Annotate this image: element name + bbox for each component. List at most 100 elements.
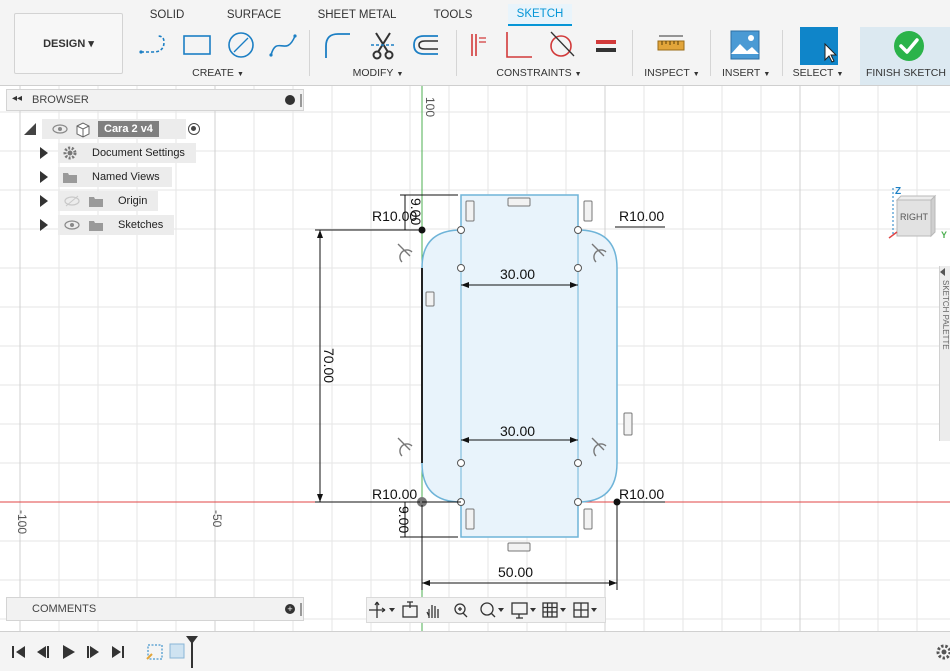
modify-menu[interactable]: MODIFY ▼ xyxy=(352,67,404,79)
origin-chip[interactable]: Origin xyxy=(58,191,158,211)
trim-scissors-icon[interactable] xyxy=(368,30,398,60)
collapse-panel-icon[interactable]: ◂◂ xyxy=(12,93,22,104)
dropdown-caret-icon[interactable] xyxy=(498,608,504,612)
pan-hand-icon[interactable] xyxy=(426,605,439,618)
root-component-chip[interactable]: Cara 2 v4 xyxy=(42,119,186,139)
create-label: CREATE xyxy=(192,67,234,79)
perpendicular-constraint-icon[interactable] xyxy=(464,30,494,60)
sketch-profile[interactable] xyxy=(421,194,618,538)
visibility-eye-icon[interactable] xyxy=(64,219,80,231)
spline-tool-icon[interactable] xyxy=(268,30,298,60)
select-arrow-icon[interactable] xyxy=(800,27,838,65)
vertical-constraint-icon xyxy=(583,508,593,530)
sketch-palette-tab[interactable]: SKETCH PALETTE xyxy=(939,266,950,441)
inspect-menu[interactable]: INSPECT ▼ xyxy=(644,67,700,79)
sketches-chip[interactable]: Sketches xyxy=(58,215,174,235)
visibility-eye-icon[interactable] xyxy=(52,123,68,135)
hidden-eye-icon[interactable] xyxy=(64,195,80,207)
view-cube[interactable]: RIGHT Z Y xyxy=(888,186,947,244)
fusion-app-window: DESIGN ▾ SOLID SURFACE SHEET METAL TOOLS… xyxy=(0,0,950,671)
view-cube-axis-z: Z xyxy=(895,186,902,197)
display-settings-icon[interactable] xyxy=(511,602,528,619)
horizontal-constraint-icon[interactable] xyxy=(504,30,534,60)
dim-radius-bottom-left[interactable]: R10.00 xyxy=(372,486,417,502)
separator xyxy=(710,30,711,76)
finish-sketch-menu[interactable]: FINISH SKETCH▼ xyxy=(866,67,950,79)
view-cube-face-label: RIGHT xyxy=(900,212,928,222)
dim-inner-bottom[interactable]: 30.00 xyxy=(500,423,535,439)
expand-triangle-icon[interactable] xyxy=(40,147,48,159)
document-settings-chip[interactable]: Document Settings xyxy=(58,143,196,163)
zoom-window-icon[interactable] xyxy=(480,602,496,618)
constraints-menu[interactable]: CONSTRAINTS ▼ xyxy=(496,67,582,79)
dim-width[interactable]: 50.00 xyxy=(498,564,533,580)
step-forward-icon[interactable] xyxy=(87,646,99,658)
select-menu[interactable]: SELECT ▼ xyxy=(792,67,844,79)
line-tool-icon[interactable] xyxy=(138,30,168,60)
finish-check-icon[interactable] xyxy=(893,30,925,62)
minimize-icon[interactable] xyxy=(285,95,295,105)
dim-tab-top[interactable]: 9.00 xyxy=(408,198,424,225)
named-views-chip[interactable]: Named Views xyxy=(58,167,172,187)
dim-height[interactable]: 70.00 xyxy=(321,348,337,383)
vertical-constraint-icon xyxy=(425,291,435,307)
measure-ruler-icon[interactable] xyxy=(656,30,686,60)
go-to-start-icon[interactable] xyxy=(12,646,25,658)
create-menu[interactable]: CREATE ▼ xyxy=(192,67,244,79)
dropdown-caret-icon[interactable] xyxy=(560,608,566,612)
circle-tool-icon[interactable] xyxy=(226,30,256,60)
expand-triangle-icon[interactable] xyxy=(40,171,48,183)
viewports-icon[interactable] xyxy=(573,602,589,618)
tangent-constraint-icon[interactable] xyxy=(546,30,576,60)
modify-label: MODIFY xyxy=(352,67,394,79)
look-at-icon[interactable] xyxy=(402,601,418,618)
insert-menu[interactable]: INSERT ▼ xyxy=(722,67,770,79)
tree-root-row[interactable]: Cara 2 v4 xyxy=(24,119,200,139)
go-to-end-icon[interactable] xyxy=(112,646,124,658)
tab-tools[interactable]: TOOLS xyxy=(426,4,480,26)
dropdown-caret-icon[interactable] xyxy=(530,608,536,612)
grid-settings-icon[interactable] xyxy=(542,602,558,618)
add-comment-icon[interactable]: + xyxy=(285,604,295,614)
expand-triangle-icon[interactable] xyxy=(40,195,48,207)
dropdown-caret-icon[interactable] xyxy=(389,608,395,612)
dim-radius-bottom-right[interactable]: R10.00 xyxy=(619,486,664,502)
insert-label: INSERT xyxy=(722,67,761,79)
select-label: SELECT xyxy=(792,67,834,79)
orbit-icon[interactable] xyxy=(369,601,386,618)
design-workspace-button[interactable]: DESIGN ▾ xyxy=(14,13,123,74)
timeline-feature-icon[interactable] xyxy=(169,643,185,659)
dim-inner-top[interactable]: 30.00 xyxy=(500,266,535,282)
horizontal-constraint-icon xyxy=(507,197,531,207)
separator xyxy=(456,30,457,76)
collapse-arrow-icon xyxy=(940,268,945,276)
timeline-settings-gear-icon[interactable] xyxy=(936,644,950,660)
folder-icon xyxy=(89,221,103,231)
insert-image-icon[interactable] xyxy=(730,30,760,60)
play-icon[interactable] xyxy=(63,645,75,659)
offset-tool-icon[interactable] xyxy=(410,30,440,60)
dropdown-caret-icon[interactable] xyxy=(591,608,597,612)
tab-sketch[interactable]: SKETCH xyxy=(508,4,572,26)
zoom-icon[interactable] xyxy=(454,603,468,618)
timeline-sketch-feature-icon[interactable] xyxy=(146,644,163,660)
panel-grip-icon[interactable] xyxy=(300,603,302,616)
activate-radio-icon[interactable] xyxy=(188,123,200,135)
sketches-label: Sketches xyxy=(118,219,164,231)
panel-grip-icon[interactable] xyxy=(300,94,302,107)
fillet-tool-icon[interactable] xyxy=(322,30,352,60)
comments-panel[interactable]: COMMENTS + xyxy=(6,597,304,621)
equal-constraint-icon[interactable] xyxy=(592,30,622,60)
tab-sheet-metal[interactable]: SHEET METAL xyxy=(314,4,400,26)
timeline-marker[interactable] xyxy=(186,636,198,668)
rectangle-tool-icon[interactable] xyxy=(182,30,212,60)
step-back-icon[interactable] xyxy=(37,646,49,658)
expanded-triangle-icon[interactable] xyxy=(24,123,36,135)
dim-tab-bottom[interactable]: 9.00 xyxy=(396,506,412,533)
expand-triangle-icon[interactable] xyxy=(40,219,48,231)
dim-radius-top-right[interactable]: R10.00 xyxy=(619,208,664,224)
browser-header[interactable]: ◂◂ BROWSER xyxy=(6,89,304,111)
tab-surface[interactable]: SURFACE xyxy=(222,4,286,26)
tab-solid[interactable]: SOLID xyxy=(140,4,194,26)
sketch-palette-label: SKETCH PALETTE xyxy=(941,280,950,350)
